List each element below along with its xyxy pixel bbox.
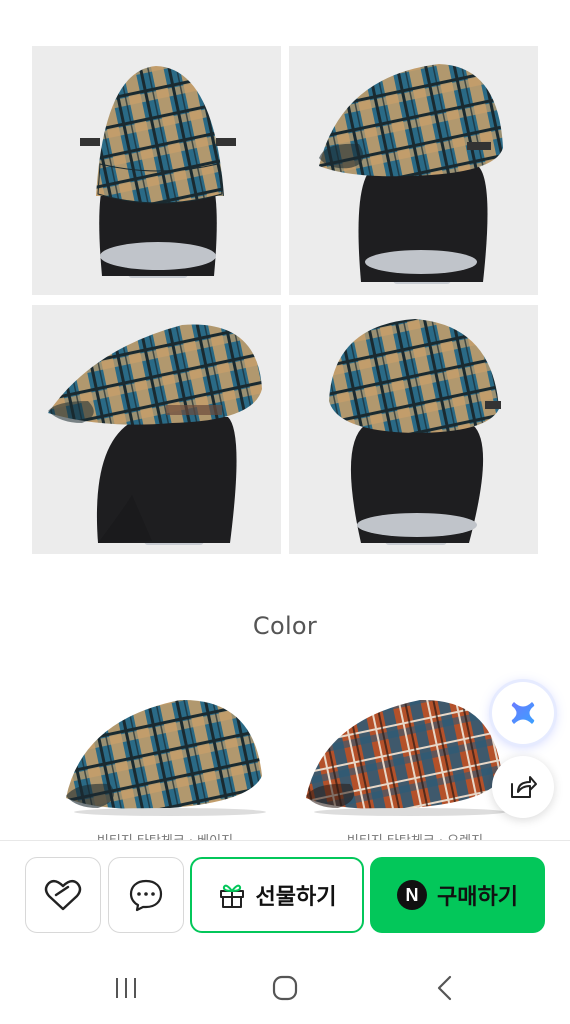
- swatch-caption: 빈티지 타탄체크 · 오렌지: [290, 830, 540, 840]
- hat-side-front-view[interactable]: [289, 46, 538, 295]
- color-section-title: Color: [252, 612, 318, 640]
- hat-back-view[interactable]: [289, 305, 538, 554]
- hat-side-view[interactable]: [32, 305, 281, 554]
- share-icon: [511, 776, 537, 798]
- recent-apps-button[interactable]: [96, 968, 156, 1008]
- swatch-caption: 빈티지 타탄체크 · 베이지: [40, 830, 290, 840]
- gift-label: 선물하기: [255, 885, 337, 910]
- bottom-action-bar: 선물하기 N 구매하기: [0, 840, 570, 950]
- product-gallery: [32, 46, 538, 554]
- chat-bubble-icon: [129, 879, 163, 912]
- gift-icon: [219, 884, 244, 908]
- back-button[interactable]: [415, 968, 475, 1008]
- recent-apps-icon: [116, 978, 136, 998]
- home-button[interactable]: [255, 968, 315, 1008]
- home-icon: [272, 975, 298, 1001]
- chat-button[interactable]: [108, 857, 184, 933]
- share-button[interactable]: [492, 756, 554, 818]
- naver-pay-badge: N: [397, 880, 428, 910]
- back-icon: [437, 975, 452, 1001]
- buy-button[interactable]: N 구매하기: [370, 857, 545, 933]
- wishlist-button[interactable]: [25, 857, 101, 933]
- system-nav-bar: [0, 950, 570, 1024]
- ai-assistant-button[interactable]: [492, 682, 554, 744]
- heart-icon: [44, 879, 82, 911]
- sparkle-x-icon: [511, 702, 535, 724]
- hat-front-view[interactable]: [32, 46, 281, 295]
- gift-button[interactable]: 선물하기: [190, 857, 364, 933]
- buy-label: 구매하기: [437, 885, 518, 910]
- color-option-beige[interactable]: 빈티지 타탄체크 · 베이지: [40, 680, 290, 840]
